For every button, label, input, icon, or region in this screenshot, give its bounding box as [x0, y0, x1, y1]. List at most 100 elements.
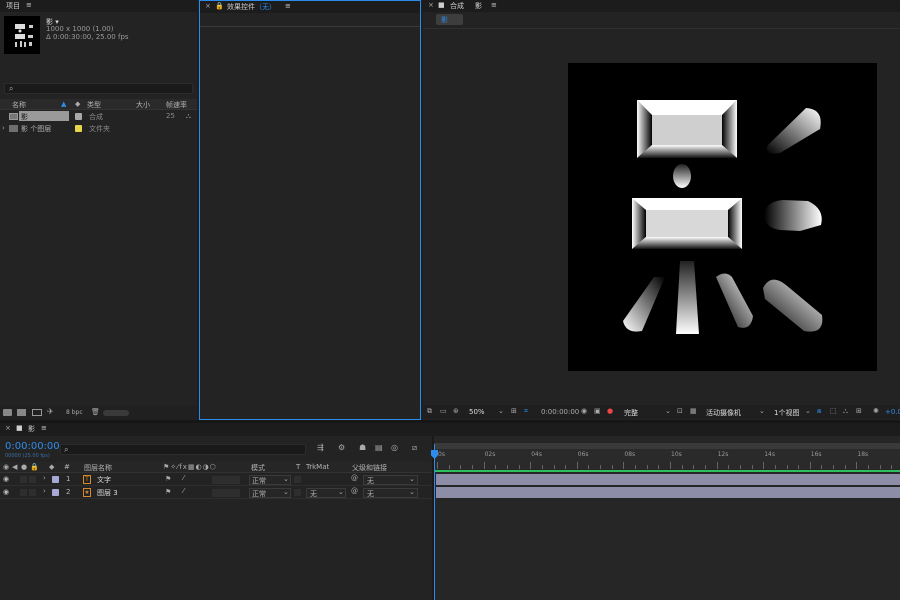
expand-arrow-icon[interactable]: › [43, 474, 46, 482]
parent-dropdown[interactable]: 无 ⌄ [363, 488, 418, 498]
mode-dropdown[interactable]: 正常 ⌄ [249, 488, 291, 498]
transparency-grid-icon[interactable]: ▦ [690, 407, 697, 415]
snapshot-icon[interactable]: ◉ [581, 407, 587, 415]
render-queue-icon[interactable]: ✈ [47, 407, 54, 416]
label-color-swatch[interactable] [52, 489, 59, 496]
quality-switch-icon[interactable]: ⁄ [183, 474, 184, 482]
switches-icons[interactable]: ⚑✧⁄fx▦◐◑⬡ [163, 463, 217, 471]
work-area-line[interactable] [434, 470, 900, 472]
label-tag-icon[interactable]: ◆ [75, 100, 80, 108]
pickwhip-icon[interactable]: @ [351, 474, 358, 482]
effects-tab-title[interactable]: 效果控件 [227, 2, 255, 12]
column-layer-name[interactable]: 图层名称 [84, 463, 112, 473]
pickwhip-icon[interactable]: @ [351, 487, 358, 495]
flowchart-icon[interactable]: ⛬ [843, 407, 848, 416]
composition-tab-title[interactable]: 合成 [450, 1, 464, 11]
comp-mini-flowchart-icon[interactable]: ⇶ [317, 443, 324, 452]
camera-dropdown[interactable]: 活动摄像机 [706, 408, 741, 418]
column-parent[interactable]: 父级和链接 [352, 463, 387, 473]
close-icon[interactable]: × [428, 1, 434, 9]
chevron-down-icon[interactable]: ⌄ [759, 407, 765, 415]
channel-icon[interactable]: ● [607, 407, 613, 415]
lock-icon[interactable]: 🔒 [215, 2, 224, 10]
shy-switch-icon[interactable]: ⚑ [165, 488, 171, 496]
column-name[interactable]: 名称 [12, 100, 26, 110]
parent-dropdown[interactable]: 无 ⌄ [363, 475, 418, 485]
column-mode[interactable]: 模式 [251, 463, 265, 473]
label-color-swatch[interactable] [75, 125, 82, 132]
expand-arrow-icon[interactable]: › [2, 124, 5, 132]
layer-row[interactable]: ◉ › 1 T 文字 ⚑ ⁄ 正常 ⌄ @ 无 ⌄ [0, 474, 432, 486]
new-comp-icon[interactable] [32, 409, 42, 416]
resolution-dropdown[interactable]: 完整 [624, 408, 638, 418]
exposure-value[interactable]: +0.0 [885, 408, 900, 416]
toggle-pixel-icon[interactable]: ⧈ [817, 407, 821, 416]
new-folder-icon[interactable] [17, 409, 26, 416]
switch-box[interactable] [212, 489, 240, 497]
column-fps[interactable]: 帧速率 [166, 100, 187, 110]
chevron-down-icon[interactable]: ⌄ [805, 407, 811, 415]
grid-icon[interactable]: ⊞ [511, 407, 517, 415]
sort-asc-icon[interactable]: ▲ [61, 100, 66, 108]
column-hash[interactable]: # [64, 463, 70, 471]
timeline-tab-title[interactable]: 影 [28, 424, 35, 434]
current-time-indicator[interactable] [434, 444, 435, 600]
roi-icon[interactable]: ⌗ [524, 407, 528, 416]
lock-icon[interactable]: ■ [438, 1, 445, 9]
time-ruler[interactable]: 0s02s04s06s08s10s12s14s16s18s2 [434, 449, 900, 469]
current-time-display[interactable]: 0:00:00:00 [541, 408, 579, 416]
lock-icon[interactable]: 🔒 [30, 463, 39, 471]
bpc-button[interactable]: 8 bpc [66, 409, 83, 416]
composition-breadcrumb[interactable]: 影 [436, 14, 463, 25]
eye-icon[interactable]: ◉ [3, 488, 9, 496]
lock-toggle[interactable] [29, 489, 36, 496]
layer-name[interactable]: 图层 3 [97, 488, 118, 498]
interpret-footage-icon[interactable] [3, 409, 12, 416]
close-icon[interactable]: × [5, 424, 11, 432]
shy-switch-icon[interactable]: ⚑ [165, 475, 171, 483]
project-item-comp[interactable]: 影 合成 25 ⛬ [0, 111, 197, 122]
column-size[interactable]: 大小 [136, 100, 150, 110]
exposure-reset-icon[interactable]: ✺ [873, 407, 879, 415]
project-tab-title[interactable]: 项目 [6, 1, 20, 11]
timeline-menu-icon[interactable]: ≡ [41, 424, 47, 432]
views-dropdown[interactable]: 1个视图 [774, 408, 799, 418]
preserve-transparency-toggle[interactable] [294, 476, 301, 483]
chevron-down-icon[interactable]: ⌄ [665, 407, 671, 415]
layer-duration-bar[interactable] [436, 474, 900, 485]
solo-icon[interactable]: ● [21, 463, 27, 471]
effects-menu-icon[interactable]: ≡ [285, 2, 291, 10]
motion-blur-icon[interactable]: ◎ [391, 443, 398, 452]
graph-editor-icon[interactable]: ⧄ [412, 443, 417, 453]
composition-tab-name[interactable]: 影 [475, 1, 482, 11]
audio-icon[interactable]: ◀ [12, 463, 17, 471]
project-search-input[interactable]: ⌕ [4, 83, 193, 94]
mode-dropdown[interactable]: 正常 ⌄ [249, 475, 291, 485]
label-color-swatch[interactable] [52, 476, 59, 483]
draft3d-icon[interactable]: ⚙ [338, 443, 345, 452]
solo-toggle[interactable] [20, 489, 27, 496]
show-snapshot-icon[interactable]: ▣ [594, 407, 601, 415]
label-color-swatch[interactable] [75, 113, 82, 120]
timeline-link-icon[interactable]: ⊞ [856, 407, 862, 415]
close-icon[interactable]: × [205, 2, 211, 10]
project-menu-icon[interactable]: ≡ [26, 1, 32, 9]
trash-icon[interactable]: 🗑 [91, 408, 100, 416]
always-preview-icon[interactable]: ⧉ [427, 407, 432, 416]
layer-row[interactable]: ◉ › 2 ★ 图层 3 ⚑ ⁄ 正常 ⌄ 无 ⌄ @ 无 ⌄ [0, 487, 432, 499]
switch-box[interactable] [212, 476, 240, 484]
composition-canvas[interactable] [568, 63, 877, 371]
project-scrollbar[interactable] [103, 410, 129, 416]
timeline-timecode[interactable]: 0:00:00:00 [5, 441, 60, 452]
timeline-search-input[interactable]: ⌕ [60, 444, 306, 455]
label-tag-icon[interactable]: ◆ [49, 463, 54, 471]
project-item-folder[interactable]: › 影 个图层 文件夹 [0, 123, 197, 134]
solo-toggle[interactable] [20, 476, 27, 483]
quality-switch-icon[interactable]: ⁄ [183, 487, 184, 495]
composition-menu-icon[interactable]: ≡ [491, 1, 497, 9]
monitor-icon[interactable]: ▭ [440, 407, 447, 415]
eye-icon[interactable]: ◉ [3, 463, 9, 471]
chevron-down-icon[interactable]: ⌄ [498, 407, 504, 415]
column-trkmat[interactable]: TrkMat [306, 463, 329, 471]
fast-preview-icon[interactable]: ⊡ [677, 407, 683, 415]
